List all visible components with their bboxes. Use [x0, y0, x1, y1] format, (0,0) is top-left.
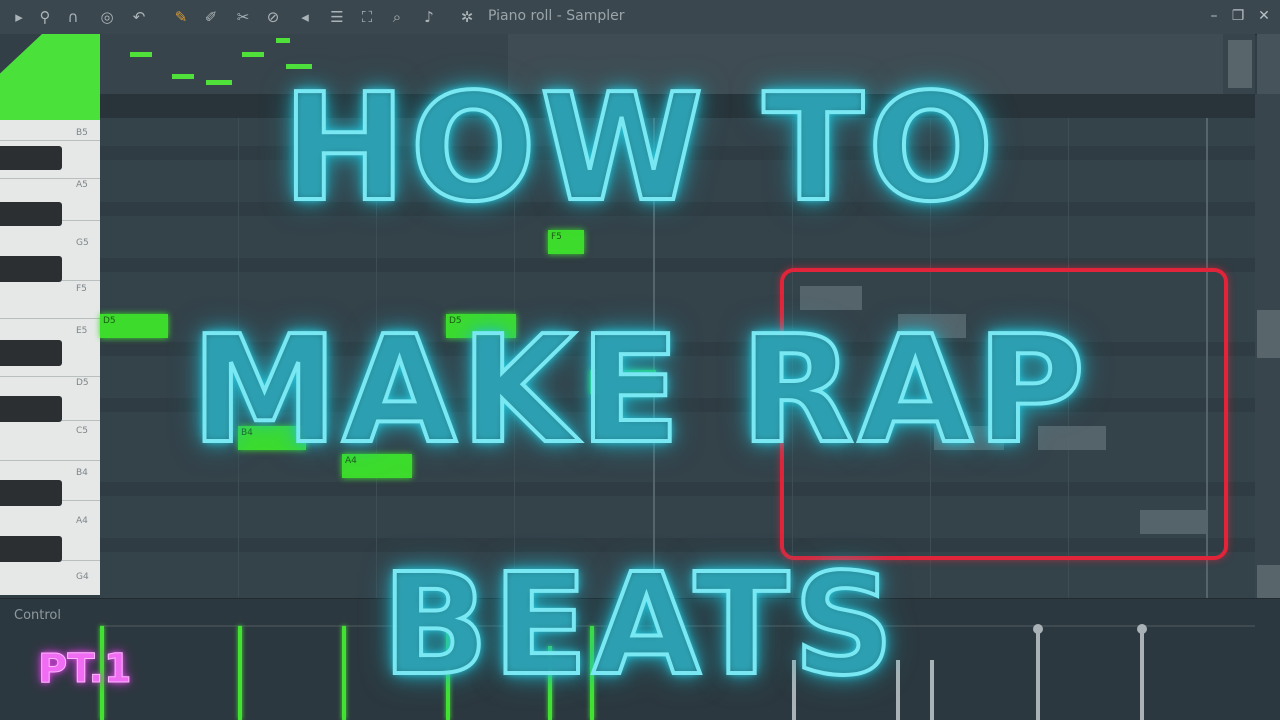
overview-note [130, 52, 152, 57]
piano-roll-toolbar: ▸ ⚲ ∩ ◎ ↶ ✎ ✐ ✂ ⊘ ◂ ☰ ⛶ ⌕ ♪ ✲ Piano roll… [0, 0, 1280, 35]
select-box-icon[interactable]: ⛶ [356, 7, 378, 27]
paint-icon[interactable]: ✐ [200, 7, 222, 27]
zoom-icon[interactable]: ⌕ [386, 7, 408, 27]
undo-icon[interactable]: ↶ [128, 7, 150, 27]
minimize-icon[interactable]: – [1204, 6, 1224, 26]
mute-icon[interactable]: ⊘ [262, 7, 284, 27]
stamp-icon[interactable]: ∩ [62, 7, 84, 27]
play-icon[interactable]: ▸ [8, 7, 30, 27]
select-icon[interactable]: ☰ [326, 7, 348, 27]
key-label: F5 [76, 284, 87, 294]
title-line-3: BEATS [380, 544, 899, 708]
magnet-icon[interactable]: ⚲ [34, 7, 56, 27]
overview-note [242, 52, 264, 57]
close-icon[interactable]: ✕ [1254, 6, 1274, 26]
black-key[interactable] [0, 256, 62, 282]
key-label: G5 [76, 238, 89, 248]
title-line-2: MAKE RAP [189, 304, 1090, 476]
pencil-icon[interactable]: ✎ [170, 7, 192, 27]
piano-roll-window: ▸ ⚲ ∩ ◎ ↶ ✎ ✐ ✂ ⊘ ◂ ☰ ⛶ ⌕ ♪ ✲ Piano roll… [0, 0, 1280, 720]
delete-icon[interactable]: ✂ [232, 7, 254, 27]
title-line-1: HOW TO [280, 62, 998, 234]
speaker-icon[interactable]: ♪ [418, 7, 440, 27]
key-label: A4 [76, 516, 88, 526]
part-label: PT.1 [38, 646, 133, 693]
black-key[interactable] [0, 480, 62, 506]
slice-icon[interactable]: ◂ [294, 7, 316, 27]
settings-icon[interactable]: ✲ [456, 7, 478, 27]
overview-note [276, 38, 290, 43]
maximize-icon[interactable]: ❐ [1228, 6, 1248, 26]
window-title: Piano roll - Sampler [488, 8, 625, 24]
target-icon[interactable]: ◎ [96, 7, 118, 27]
